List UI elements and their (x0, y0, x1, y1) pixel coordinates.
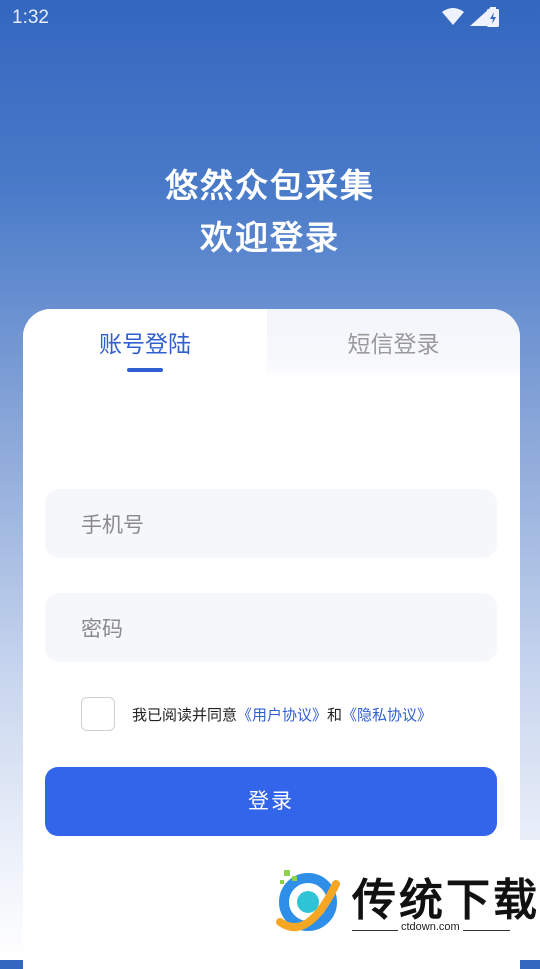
status-bar: 1:32 (0, 0, 540, 36)
tab-account-login[interactable]: 账号登陆 (23, 309, 267, 379)
agreement-row: 我已阅读并同意《用户协议》和《隐私协议》 (81, 696, 432, 732)
app-title: 悠然众包采集 欢迎登录 (0, 160, 540, 264)
title-welcome: 欢迎登录 (200, 218, 340, 257)
watermark-brand: 传统下载 (352, 875, 540, 926)
user-agreement-link[interactable]: 《用户协议》 (237, 706, 327, 724)
password-input[interactable] (79, 593, 483, 664)
status-icons (442, 8, 490, 30)
password-field-container (45, 593, 497, 664)
agreement-text: 我已阅读并同意《用户协议》和《隐私协议》 (132, 704, 432, 725)
phone-field-container (45, 489, 497, 560)
login-button[interactable]: 登录 (45, 767, 497, 836)
watermark-url: ctdown.com (398, 921, 463, 933)
privacy-agreement-link[interactable]: 《隐私协议》 (342, 706, 432, 724)
phone-input[interactable] (79, 489, 483, 560)
agreement-prefix: 我已阅读并同意 (132, 705, 238, 724)
status-time: 1:32 (12, 7, 49, 28)
agree-checkbox[interactable] (81, 697, 115, 731)
wifi-icon (442, 8, 464, 30)
battery-icon (486, 7, 500, 31)
watermark: 传统下载 ctdown.com (260, 840, 540, 960)
tab-sms-login-label: 短信登录 (347, 332, 440, 358)
watermark-logo-icon (270, 862, 346, 942)
title-app-name: 悠然众包采集 (165, 166, 375, 205)
agreement-and: 和 (327, 705, 343, 724)
tab-account-login-label: 账号登陆 (99, 332, 191, 358)
tab-indicator (127, 368, 163, 372)
tab-sms-login[interactable]: 短信登录 (267, 309, 520, 379)
